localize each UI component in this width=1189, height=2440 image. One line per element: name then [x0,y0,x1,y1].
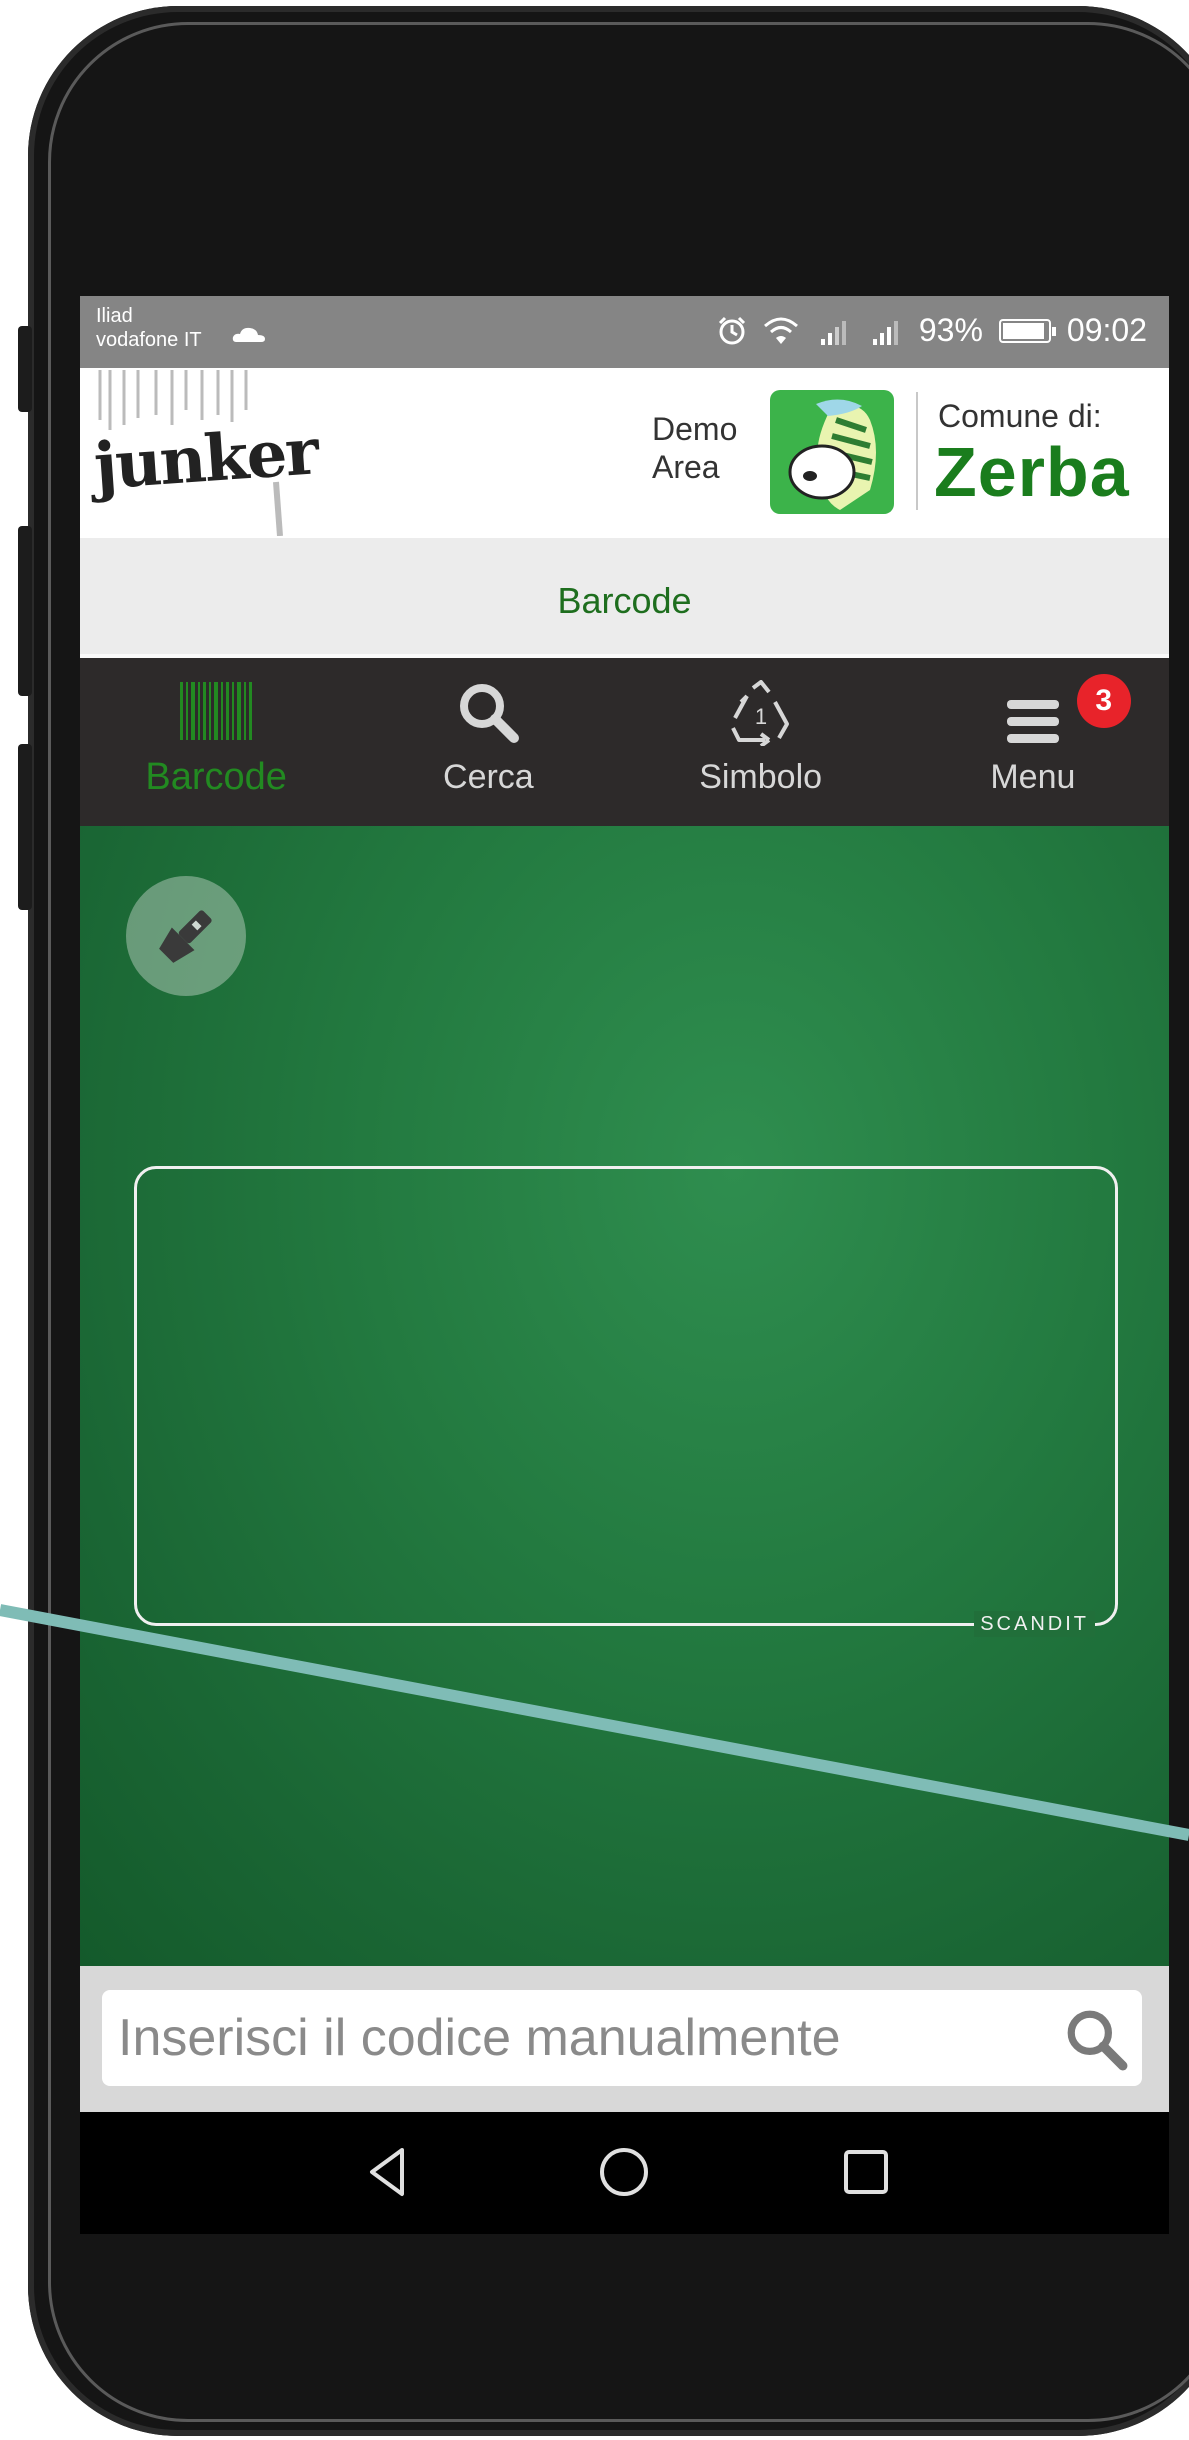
tab-label: Menu [990,758,1076,796]
volume-down-button [18,744,32,910]
camera-preview: SCANDIT [80,826,1169,1966]
comune-label: Comune di: [938,398,1102,434]
tab-menu[interactable]: 3 Menu [897,658,1169,826]
carrier-network: vodafone IT [96,329,202,351]
zebra-mascot-logo [770,390,894,514]
home-icon[interactable] [594,2142,654,2202]
signal-icon [872,320,898,345]
recents-icon[interactable] [836,2142,896,2202]
tab-label: Simbolo [699,758,823,796]
scan-area-frame: SCANDIT [134,1166,1118,1637]
tab-label: Barcode [145,756,287,798]
page-title: Barcode [557,580,692,621]
status-bar: Iliad vodafone IT 93% 09:02 [80,296,1169,368]
manual-entry-bar [80,1966,1169,2112]
battery-level [1002,322,1044,339]
volume-up-button [18,526,32,696]
zebra-mascot-icon [788,399,876,510]
hamburger-icon [1006,700,1059,743]
barcode-icon [180,682,253,740]
flashlight-icon [159,910,212,963]
notification-badge: 3 [1076,674,1131,728]
search-icon [460,684,520,743]
back-icon[interactable] [358,2142,418,2202]
recycle-icon: 1 [730,680,789,746]
comune-name: Zerba [934,433,1130,511]
demo-line-2: Area [652,449,720,485]
title-bar: Barcode [80,538,1169,658]
wifi-icon [763,317,798,344]
carrier-name: Iliad [96,305,133,327]
logo-text: junker [91,414,320,505]
status-time: 09:02 [1066,312,1147,348]
carrier-info: Iliad vodafone IT [96,304,202,352]
tab-bar: Barcode Cerca 1 Simbolo 3 Menu [80,658,1169,826]
status-right: 93% 09:02 [717,312,1147,349]
tab-simbolo[interactable]: 1 Simbolo [625,658,897,826]
app-header: junker Demo Area Comune di: Zerba [80,368,1169,538]
demo-line-1: Demo [652,411,738,447]
battery-percent: 93% [918,312,983,348]
junker-logo: junker [90,370,320,536]
signal-icon [820,320,846,345]
demo-area-label: Demo Area [652,410,737,486]
flashlight-button[interactable] [126,876,246,996]
android-nav-bar [80,2112,1169,2234]
svg-text:1: 1 [755,704,767,729]
tab-cerca[interactable]: Cerca [352,658,624,826]
header-divider [916,392,918,510]
battery-icon [998,318,1056,343]
manual-code-input[interactable] [102,1990,1142,2086]
alarm-icon [718,316,745,344]
tab-barcode[interactable]: Barcode [80,658,352,826]
search-icon[interactable] [1063,2006,1129,2072]
cloud-icon [232,327,265,342]
scandit-brand: SCANDIT [974,1611,1095,1637]
side-button [18,326,32,412]
tab-label: Cerca [443,758,534,796]
phone-screen: Iliad vodafone IT 93% 09:02 junker Demo … [80,296,1169,2234]
